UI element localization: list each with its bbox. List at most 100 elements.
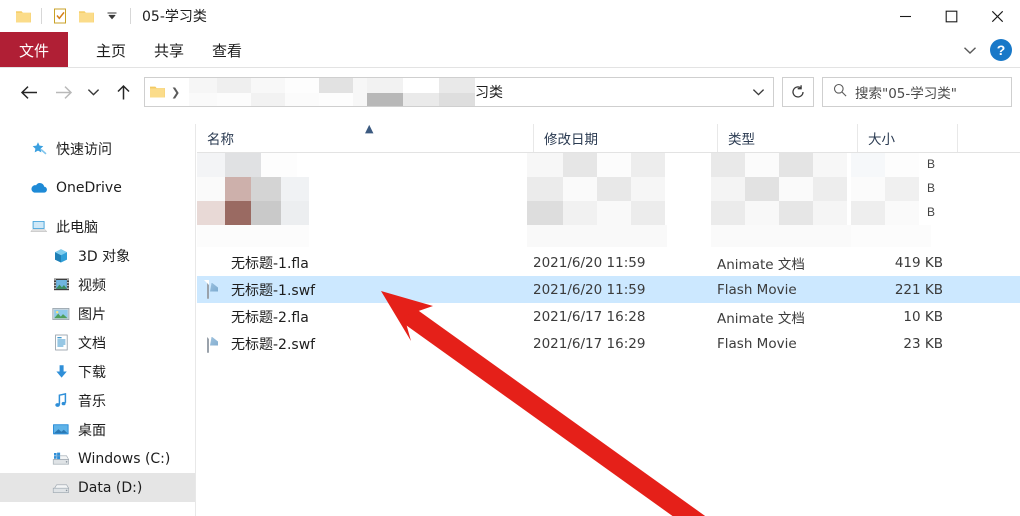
new-folder-icon[interactable] [73,3,99,29]
window-title: 05-学习类 [142,9,207,25]
forward-button[interactable] [46,75,80,109]
file-name-cell: 无标题-2.fla [207,307,309,327]
search-input[interactable]: 搜索"05-学习类" [855,82,957,102]
sidebar-item-desktop[interactable]: 桌面 [0,415,195,444]
file-size-cell: 221 KB [894,281,943,298]
minimize-button[interactable] [882,0,928,32]
column-header-label: 名称 [207,132,234,148]
column-header-date[interactable]: 修改日期 [533,124,717,152]
address-path-tail: 习类 [475,85,503,101]
sidebar-item-downloads[interactable]: 下载 [0,357,195,386]
tab-share[interactable]: 共享 [140,32,198,68]
file-explorer-window: 05-学习类 文件 主页 共享 查看 ? ❯ 习类 搜索"05-学习类" 快速访… [0,0,1020,516]
file-name-cell: 无标题-1.fla [207,253,309,273]
sidebar-item-label: 3D 对象 [78,248,131,265]
desktop-icon [52,421,70,439]
file-name-label: 无标题-1.swf [231,282,316,299]
sidebar-item-onedrive[interactable]: OneDrive [0,173,195,202]
maximize-button[interactable] [928,0,974,32]
sidebar-item-music[interactable]: 音乐 [0,386,195,415]
file-name-label: 无标题-2.swf [231,336,316,353]
column-header-name[interactable]: 名称 ▲ [197,124,533,152]
file-type-cell: Flash Movie [717,281,797,298]
chevron-down-icon[interactable] [958,38,982,62]
address-bar-row: ❯ 习类 搜索"05-学习类" [0,68,1020,116]
sidebar-item-label: 音乐 [78,393,106,410]
swf-file-icon [207,333,223,353]
sidebar-item-windows-c[interactable]: Windows (C:) [0,444,195,473]
column-header-spacer [957,124,1020,152]
recent-locations-button[interactable] [80,75,106,109]
sidebar-item-label: 图片 [78,306,106,323]
sidebar-item-label: Windows (C:) [78,450,171,467]
close-button[interactable] [974,0,1020,32]
file-size-cell: 419 KB [894,254,943,271]
column-header-label: 修改日期 [544,132,598,148]
tab-view[interactable]: 查看 [198,32,256,68]
sidebar-item-label: 此电脑 [56,219,98,236]
file-name-label: 无标题-1.fla [231,255,309,272]
table-row[interactable]: 无标题-1.swf 2021/6/20 11:59 Flash Movie 22… [197,276,1020,303]
computer-icon [30,218,48,236]
downloads-icon [52,363,70,381]
file-name-cell: 无标题-2.swf [207,333,316,354]
tab-file[interactable]: 文件 [0,32,68,68]
ribbon-right-controls: ? [958,32,1012,68]
sidebar-item-label: 文档 [78,335,106,352]
sidebar-item-videos[interactable]: 视频 [0,270,195,299]
column-header-size[interactable]: 大小 [857,124,957,152]
address-dropdown-icon[interactable] [752,78,765,106]
cloud-icon [30,179,48,197]
sidebar-item-data-d[interactable]: Data (D:) [0,473,195,502]
videos-icon [52,276,70,294]
folder-icon[interactable] [10,3,36,29]
documents-icon [52,334,70,352]
sidebar-item-3d-objects[interactable]: 3D 对象 [0,241,195,270]
help-button[interactable]: ? [990,39,1012,61]
refresh-button[interactable] [782,77,814,107]
customize-qat-icon[interactable] [99,3,125,29]
sidebar-item-documents[interactable]: 文档 [0,328,195,357]
breadcrumb-separator: ❯ [171,86,181,99]
table-row[interactable]: 无标题-2.fla 2021/6/17 16:28 Animate 文档 10 … [197,303,1020,330]
file-size-cell: 10 KB [903,308,943,325]
pictures-icon [52,305,70,323]
column-header-label: 大小 [868,132,895,148]
file-size-cell: 23 KB [903,335,943,352]
sidebar-item-this-pc[interactable]: 此电脑 [0,212,195,241]
search-box[interactable]: 搜索"05-学习类" [822,77,1012,107]
column-headers: 名称 ▲ 修改日期 类型 大小 [197,124,1020,153]
file-date-cell: 2021/6/17 16:28 [533,308,646,325]
censored-path-overlay [189,78,473,106]
sidebar-item-label: 桌面 [78,422,106,439]
tab-home[interactable]: 主页 [82,32,140,68]
address-folder-icon [145,85,169,99]
navigation-pane[interactable]: 快速访问 OneDrive 此电脑 3D 对象 视频 图片 文档 下载 音乐 桌… [0,124,196,516]
fla-file-icon [207,254,223,272]
sidebar-item-label: 下载 [78,364,106,381]
file-name-label: 无标题-2.fla [231,309,309,326]
file-date-cell: 2021/6/17 16:29 [533,335,646,352]
3d-objects-icon [52,247,70,265]
ribbon-tabs: 文件 主页 共享 查看 ? [0,32,1020,68]
file-type-cell: Animate 文档 [717,256,805,273]
address-bar[interactable]: ❯ 习类 [144,77,774,107]
table-row[interactable]: 无标题-1.fla 2021/6/20 11:59 Animate 文档 419… [197,249,1020,276]
sidebar-item-quick-access[interactable]: 快速访问 [0,134,195,163]
windows-drive-icon [52,450,70,468]
up-button[interactable] [106,75,140,109]
back-button[interactable] [12,75,46,109]
properties-icon[interactable] [47,3,73,29]
qat-divider [41,8,42,24]
table-row[interactable]: 无标题-2.swf 2021/6/17 16:29 Flash Movie 23… [197,330,1020,357]
file-list-pane[interactable]: 名称 ▲ 修改日期 类型 大小 B B B 无标题-1.fla 2021/6/2… [197,124,1020,516]
file-type-cell: Animate 文档 [717,310,805,327]
window-controls [882,0,1020,32]
star-pin-icon [30,140,48,158]
file-name-cell: 无标题-1.swf [207,279,316,300]
sidebar-item-pictures[interactable]: 图片 [0,299,195,328]
sidebar-item-label: OneDrive [56,179,122,196]
title-bar: 05-学习类 [0,0,1020,32]
column-header-type[interactable]: 类型 [717,124,857,152]
sort-ascending-icon: ▲ [365,124,374,135]
